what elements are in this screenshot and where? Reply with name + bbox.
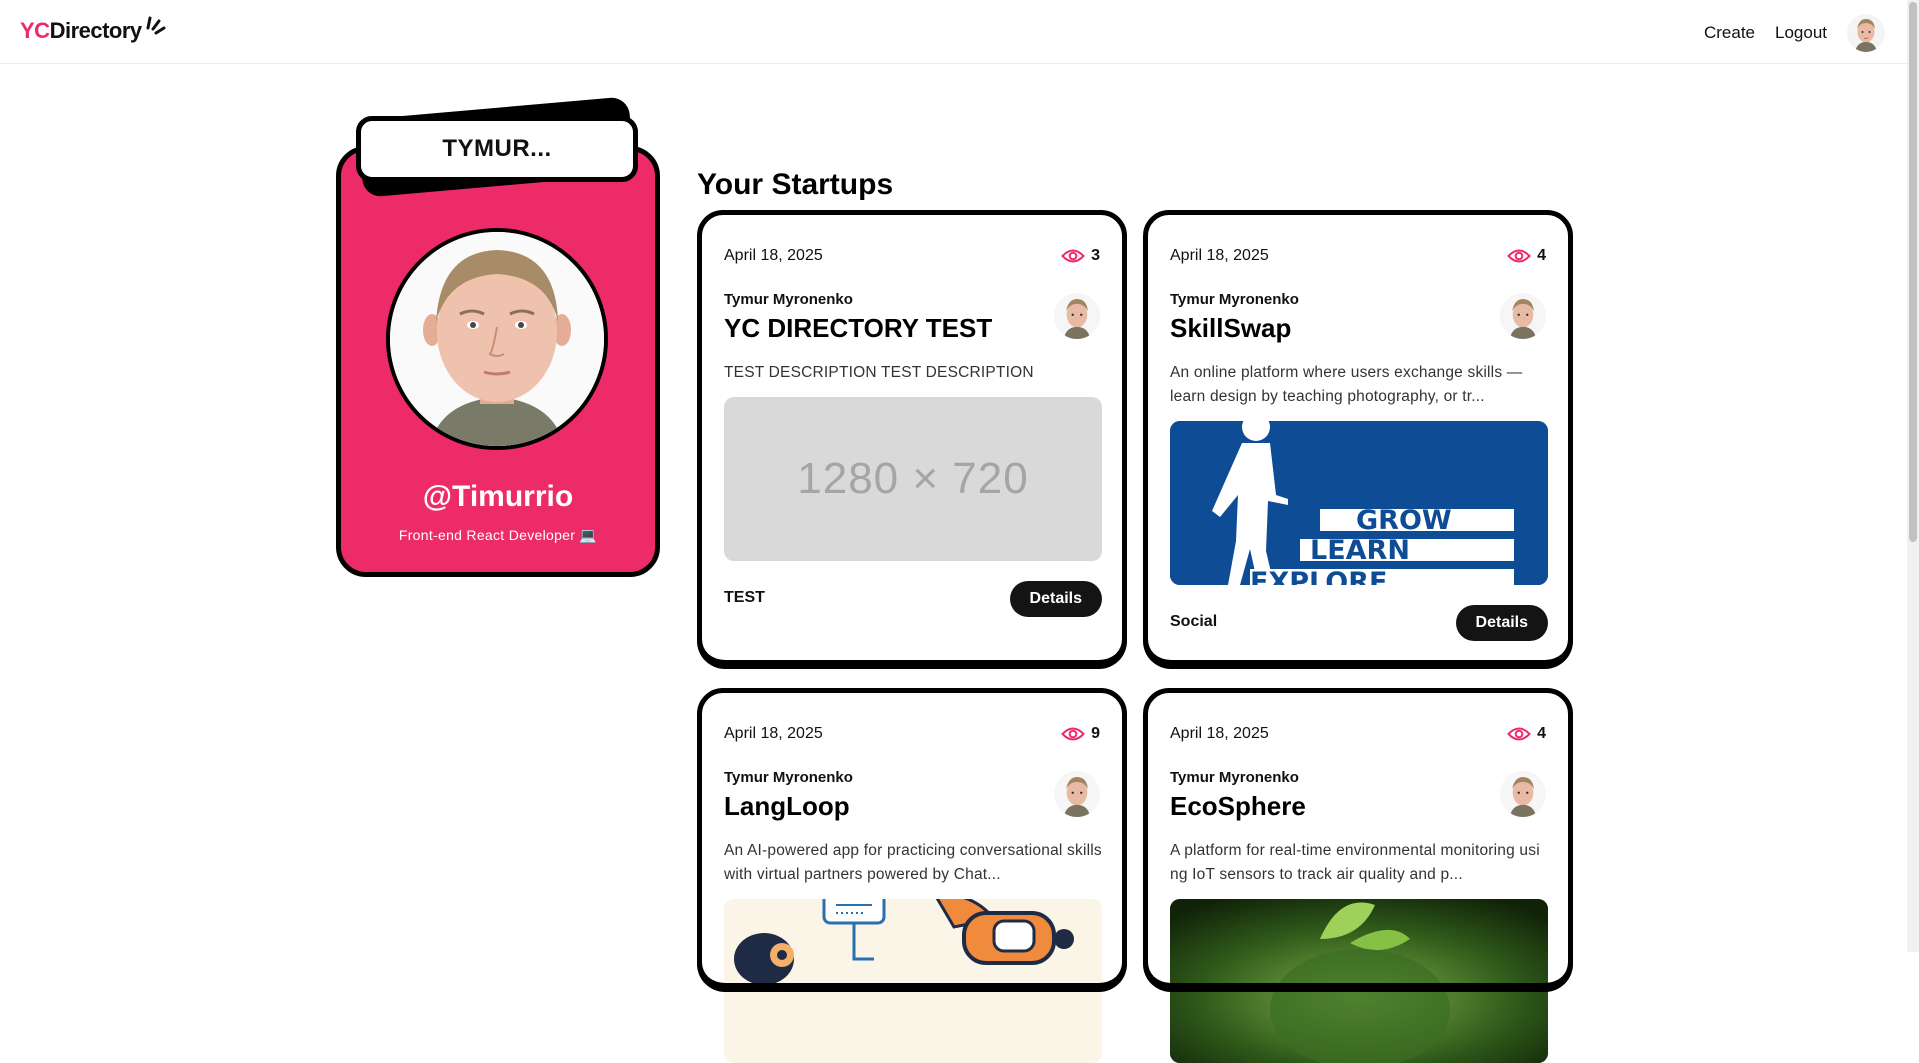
logout-link[interactable]: Logout [1775,23,1827,43]
startup-description: An online platform where users exchange … [1170,364,1523,405]
scrollbar-thumb[interactable] [1909,2,1917,542]
details-button[interactable]: Details [1009,581,1102,617]
startup-date: April 18, 2025 [1170,725,1269,742]
startup-image[interactable] [724,899,1102,1063]
page-scrollbar[interactable] [1907,0,1919,952]
startup-title[interactable]: LangLoop [724,791,850,822]
view-count: 9 [1061,725,1100,743]
profile-username: @Timurrio [422,480,574,513]
startup-category[interactable]: TEST [724,589,765,607]
startup-category[interactable]: Social [1170,613,1217,631]
nav-actions: Create Logout [1704,14,1885,52]
view-count: 4 [1507,725,1546,743]
langloop-illustration [724,899,1102,1063]
ecosphere-illustration [1170,899,1548,1063]
grow-learn-explore-illustration: GROW LEARN EXPLORE [1170,421,1548,585]
startup-date: April 18, 2025 [1170,247,1269,264]
placeholder-image-text: 1280 × 720 [797,454,1029,503]
profile-photo [386,228,608,450]
views-value: 3 [1091,247,1100,264]
startup-description: A platform for real-time environmental m… [1170,842,1540,883]
eye-icon [1061,727,1085,741]
navbar: YC Directory Create Logout [0,0,1919,64]
views-value: 4 [1537,725,1546,742]
author-avatar[interactable] [1054,293,1100,339]
user-avatar[interactable] [1847,14,1885,52]
startup-image[interactable]: 1280 × 720 [724,397,1102,561]
author-avatar[interactable] [1500,771,1546,817]
author-name[interactable]: Tymur Myronenko [1170,291,1299,308]
startup-description: TEST DESCRIPTION TEST DESCRIPTION [724,364,1034,381]
startup-title[interactable]: EcoSphere [1170,791,1306,822]
startup-title[interactable]: SkillSwap [1170,313,1291,344]
eye-icon [1507,249,1531,263]
profile-bio: Front-end React Developer 💻 [398,527,598,543]
startup-title[interactable]: YC DIRECTORY TEST [724,313,992,344]
author-avatar[interactable] [1500,293,1546,339]
startup-image[interactable] [1170,899,1548,1063]
author-name[interactable]: Tymur Myronenko [1170,769,1299,786]
logo-spark-icon [146,16,166,35]
logo[interactable]: YC Directory [20,16,166,44]
logo-directory: Directory [49,18,143,43]
view-count: 3 [1061,247,1100,265]
startup-card: April 18, 2025 9 Tymur Myronenko LangLoo… [697,688,1127,1063]
views-value: 4 [1537,247,1546,264]
section-title: Your Startups [697,168,894,201]
startup-card: April 18, 2025 4 Tymur Myronenko SkillSw… [1143,210,1573,669]
view-count: 4 [1507,247,1546,265]
image-word-learn: LEARN [1310,535,1410,566]
author-name[interactable]: Tymur Myronenko [724,291,853,308]
startup-description: An AI-powered app for practicing convers… [724,842,1102,883]
startup-date: April 18, 2025 [724,247,823,264]
startup-date: April 18, 2025 [724,725,823,742]
startup-card: April 18, 2025 4 Tymur Myronenko EcoSphe… [1143,688,1573,1063]
create-link[interactable]: Create [1704,23,1755,43]
profile-title-badge: TYMUR... [352,96,642,198]
eye-icon [1061,249,1085,263]
author-avatar[interactable] [1054,771,1100,817]
details-button[interactable]: Details [1455,605,1548,641]
image-word-explore: EXPLORE [1250,567,1387,585]
image-word-grow: GROW [1356,505,1452,536]
eye-icon [1507,727,1531,741]
profile-name: TYMUR... [356,116,638,182]
views-value: 9 [1091,725,1100,742]
logo-yc: YC [20,18,50,43]
startup-card: April 18, 2025 3 Tymur Myronenko YC DIRE… [697,210,1127,669]
startup-image[interactable]: GROW LEARN EXPLORE [1170,421,1548,585]
author-name[interactable]: Tymur Myronenko [724,769,853,786]
